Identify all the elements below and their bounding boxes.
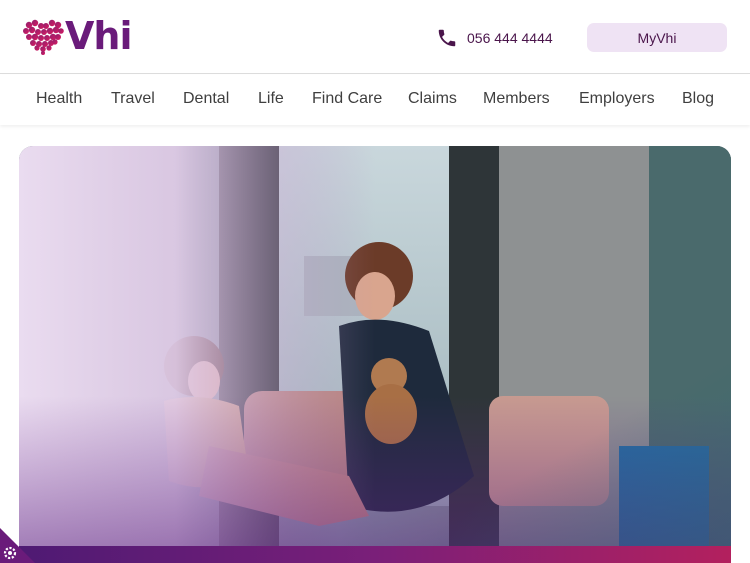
nav-item-travel[interactable]: Travel: [111, 90, 155, 108]
phone-icon: [438, 29, 456, 47]
heart-logo-icon: [23, 19, 64, 55]
nav-item-health[interactable]: Health: [36, 90, 82, 108]
logo-text: Vhi: [65, 14, 132, 58]
site-header: Vhi 056 444 4444 MyVhi: [0, 0, 750, 74]
gear-icon: [0, 528, 35, 563]
nav-item-find-care[interactable]: Find Care: [312, 90, 382, 108]
hero-photo-illustration: [19, 146, 731, 563]
nav-item-claims[interactable]: Claims: [408, 90, 457, 108]
main-nav: Health Travel Dental Life Find Care Clai…: [0, 75, 750, 125]
nav-item-life[interactable]: Life: [258, 90, 284, 108]
phone-contact[interactable]: 056 444 4444: [436, 27, 553, 49]
nav-item-members[interactable]: Members: [483, 90, 550, 108]
hero-image: [19, 146, 731, 563]
nav-item-employers[interactable]: Employers: [579, 90, 655, 108]
hero-accent-bar: [19, 546, 731, 563]
cookie-settings-button[interactable]: [0, 528, 36, 563]
nav-item-dental[interactable]: Dental: [183, 90, 229, 108]
myvhi-button[interactable]: MyVhi: [587, 23, 727, 52]
vhi-logo[interactable]: Vhi: [22, 17, 132, 55]
phone-number: 056 444 4444: [467, 30, 553, 46]
nav-item-blog[interactable]: Blog: [682, 90, 714, 108]
